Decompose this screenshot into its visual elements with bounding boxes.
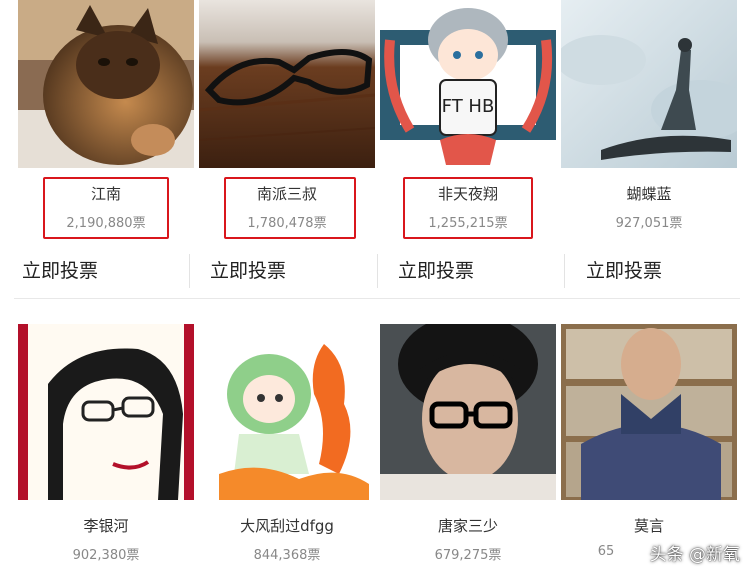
avatar-cat-photo[interactable] — [18, 0, 194, 168]
highlight-box — [224, 177, 356, 239]
vote-button[interactable]: 立即投票 — [22, 256, 98, 286]
divider — [564, 254, 565, 288]
highlight-box — [43, 177, 169, 239]
avatar-anime-boy[interactable]: FT HB — [380, 0, 556, 168]
avatar-glasses-photo[interactable] — [199, 0, 375, 168]
vote-count: 927,051票 — [615, 216, 683, 231]
author-name: 唐家三少 — [437, 517, 498, 535]
vote-button[interactable]: 立即投票 — [586, 256, 662, 286]
vote-button[interactable]: 立即投票 — [398, 256, 474, 286]
highlight-box — [403, 177, 533, 239]
avatar-shirt-text: FT HB — [442, 96, 495, 117]
section-divider — [14, 298, 740, 299]
avatar-anime-girl-phoenix[interactable] — [199, 324, 375, 500]
avatar-man-glasses-photo[interactable] — [380, 324, 556, 500]
vote-count: 65 — [597, 544, 615, 559]
vote-count: 679,275票 — [434, 548, 502, 563]
author-name: 莫言 — [633, 517, 664, 535]
divider — [189, 254, 190, 288]
vote-count: 902,380票 — [72, 548, 140, 563]
vote-button[interactable]: 立即投票 — [210, 256, 286, 286]
watermark-text: 头条 @新氧 — [649, 545, 740, 565]
author-name: 李银河 — [83, 517, 129, 535]
divider — [377, 254, 378, 288]
author-name: 大风刮过dfgg — [240, 517, 334, 535]
avatar-man-bookshelf-photo[interactable] — [561, 324, 737, 500]
avatar-portrait-drawing[interactable] — [18, 324, 194, 500]
avatar-ink-painting[interactable] — [561, 0, 737, 168]
vote-count: 844,368票 — [253, 548, 321, 563]
author-name: 蝴蝶蓝 — [626, 185, 672, 203]
